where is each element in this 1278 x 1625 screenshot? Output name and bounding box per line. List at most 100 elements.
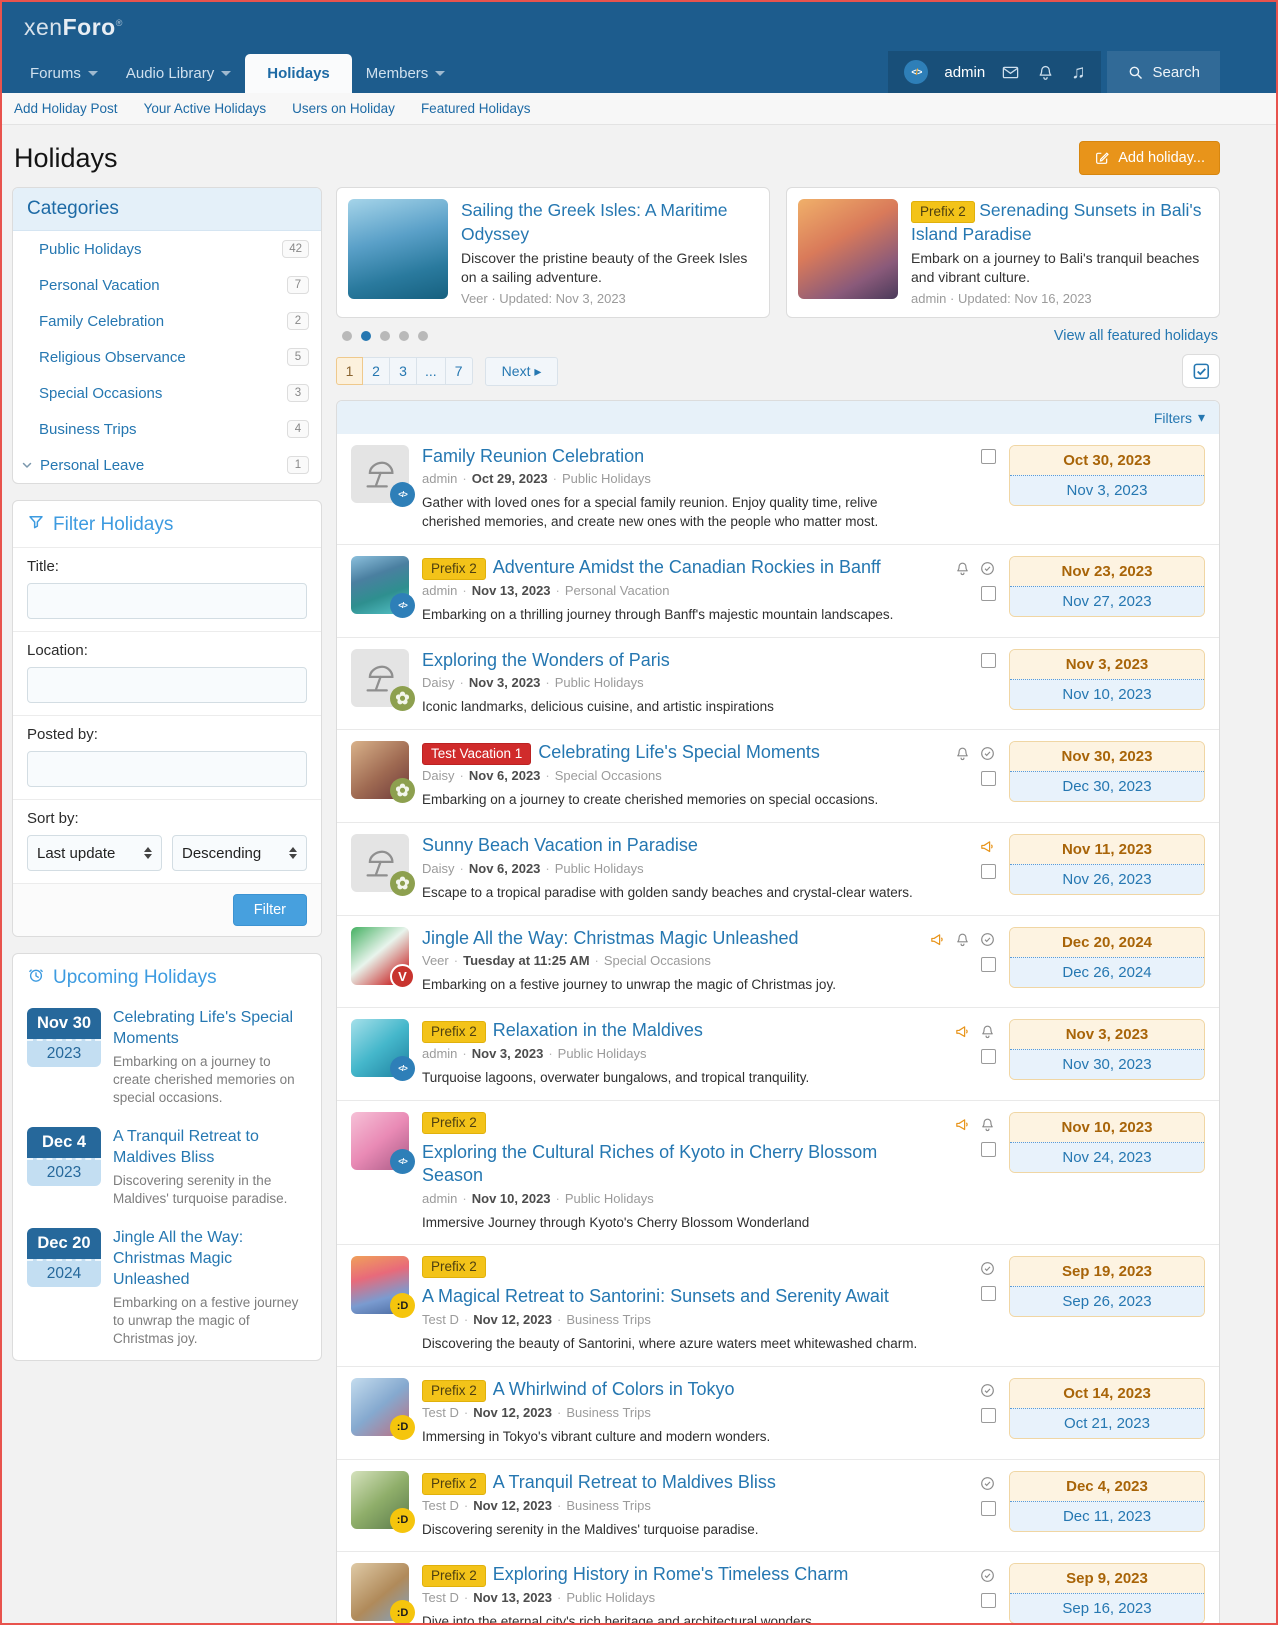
item-category[interactable]: Public Holidays [565, 1191, 654, 1206]
tab-holidays[interactable]: Holidays [245, 54, 352, 93]
item-checkbox[interactable] [981, 449, 996, 464]
title-filter-input[interactable] [27, 583, 307, 619]
item-author[interactable]: admin [422, 471, 457, 486]
holiday-title-link[interactable]: A Tranquil Retreat to Maldives Bliss [493, 1471, 776, 1494]
prefix-badge[interactable]: Prefix 2 [911, 201, 975, 223]
page-1[interactable]: 1 [336, 357, 363, 385]
tab-audio-library[interactable]: Audio Library [112, 54, 245, 93]
sidebar-item-family-celebration[interactable]: Family Celebration2 [13, 303, 321, 339]
sort-direction-select[interactable]: Descending [172, 835, 307, 871]
item-category[interactable]: Public Holidays [555, 861, 644, 876]
sort-field-select[interactable]: Last update [27, 835, 162, 871]
item-category[interactable]: Special Occasions [604, 953, 711, 968]
item-author[interactable]: admin [422, 1046, 457, 1061]
carousel-dot[interactable] [380, 331, 390, 341]
posted-by-filter-input[interactable] [27, 751, 307, 787]
carousel-dot[interactable] [342, 331, 352, 341]
featured-image[interactable] [348, 199, 448, 299]
sidebar-item-business-trips[interactable]: Business Trips4 [13, 411, 321, 447]
item-author[interactable]: Daisy [422, 675, 455, 690]
holiday-thumbnail[interactable] [351, 741, 409, 799]
prefix-badge[interactable]: Prefix 2 [422, 1256, 486, 1278]
subnav-users-on-holiday[interactable]: Users on Holiday [292, 101, 395, 116]
search-button[interactable]: Search [1107, 51, 1220, 93]
tab-members[interactable]: Members [352, 54, 460, 93]
holiday-title-link[interactable]: Exploring History in Rome's Timeless Cha… [493, 1563, 849, 1586]
page-7[interactable]: 7 [446, 357, 473, 385]
mail-icon[interactable] [1001, 63, 1020, 82]
holiday-title-link[interactable]: Celebrating Life's Special Moments [538, 741, 820, 764]
next-page-button[interactable]: Next ▸ [485, 357, 559, 386]
sidebar-item-personal-vacation[interactable]: Personal Vacation7 [13, 267, 321, 303]
item-author[interactable]: Test D [422, 1405, 459, 1420]
holiday-title-link[interactable]: Exploring the Cultural Riches of Kyoto i… [422, 1141, 931, 1188]
holiday-title-link[interactable]: Jingle All the Way: Christmas Magic Unle… [422, 927, 799, 950]
holiday-thumbnail[interactable] [351, 834, 409, 892]
select-all-button[interactable] [1182, 354, 1220, 388]
music-icon[interactable]: ♫ [1071, 63, 1085, 82]
holiday-title-link[interactable]: Sunny Beach Vacation in Paradise [422, 834, 698, 857]
holiday-title-link[interactable]: Adventure Amidst the Canadian Rockies in… [493, 556, 881, 579]
upcoming-title-link[interactable]: Celebrating Life's Special Moments [113, 1009, 293, 1047]
holiday-thumbnail[interactable] [351, 649, 409, 707]
chevron-down-icon[interactable] [21, 459, 33, 471]
username-link[interactable]: admin [944, 64, 985, 81]
item-checkbox[interactable] [981, 1593, 996, 1608]
holiday-thumbnail[interactable] [351, 445, 409, 503]
holiday-thumbnail[interactable] [351, 1256, 409, 1314]
filter-submit-button[interactable]: Filter [233, 894, 307, 926]
page-3[interactable]: 3 [390, 357, 417, 385]
item-checkbox[interactable] [981, 1408, 996, 1423]
prefix-badge[interactable]: Prefix 2 [422, 1021, 486, 1043]
sidebar-item-personal-leave[interactable]: Personal Leave1 [13, 447, 321, 483]
item-checkbox[interactable] [981, 1142, 996, 1157]
holiday-title-link[interactable]: Exploring the Wonders of Paris [422, 649, 670, 672]
item-category[interactable]: Personal Vacation [565, 583, 670, 598]
item-author[interactable]: Test D [422, 1498, 459, 1513]
item-category[interactable]: Public Holidays [566, 1590, 655, 1605]
holiday-title-link[interactable]: A Whirlwind of Colors in Tokyo [493, 1378, 735, 1401]
holiday-thumbnail[interactable] [351, 1019, 409, 1077]
item-checkbox[interactable] [981, 864, 996, 879]
carousel-dot[interactable] [418, 331, 428, 341]
item-checkbox[interactable] [981, 771, 996, 786]
add-holiday-button[interactable]: Add holiday... [1079, 141, 1220, 175]
item-category[interactable]: Special Occasions [555, 768, 662, 783]
location-filter-input[interactable] [27, 667, 307, 703]
item-category[interactable]: Public Holidays [558, 1046, 647, 1061]
featured-image[interactable] [798, 199, 898, 299]
prefix-badge[interactable]: Prefix 2 [422, 1565, 486, 1587]
item-category[interactable]: Business Trips [566, 1498, 651, 1513]
page-ellipsis[interactable]: ... [417, 357, 446, 385]
item-author[interactable]: Daisy [422, 861, 455, 876]
item-category[interactable]: Public Holidays [555, 675, 644, 690]
holiday-thumbnail[interactable] [351, 1112, 409, 1170]
upcoming-title-link[interactable]: Jingle All the Way: Christmas Magic Unle… [113, 1229, 243, 1288]
prefix-badge[interactable]: Prefix 2 [422, 558, 486, 580]
avatar[interactable]: </> [904, 60, 928, 84]
alerts-bell-icon[interactable] [1036, 63, 1055, 82]
carousel-dot[interactable] [399, 331, 409, 341]
page-2[interactable]: 2 [363, 357, 390, 385]
holiday-thumbnail[interactable] [351, 927, 409, 985]
item-checkbox[interactable] [981, 1049, 996, 1064]
item-author[interactable]: admin [422, 1191, 457, 1206]
upcoming-title-link[interactable]: A Tranquil Retreat to Maldives Bliss [113, 1128, 259, 1166]
subnav-your-active-holidays[interactable]: Your Active Holidays [144, 101, 267, 116]
item-checkbox[interactable] [981, 1286, 996, 1301]
view-all-featured-link[interactable]: View all featured holidays [1054, 328, 1218, 344]
holiday-thumbnail[interactable] [351, 1378, 409, 1436]
item-checkbox[interactable] [981, 1501, 996, 1516]
item-category[interactable]: Public Holidays [562, 471, 651, 486]
holiday-title-link[interactable]: Family Reunion Celebration [422, 445, 644, 468]
prefix-badge[interactable]: Prefix 2 [422, 1112, 486, 1134]
holiday-title-link[interactable]: A Magical Retreat to Santorini: Sunsets … [422, 1285, 889, 1308]
filters-menu-button[interactable]: Filters▾ [1154, 409, 1205, 426]
item-checkbox[interactable] [981, 957, 996, 972]
prefix-badge[interactable]: Prefix 2 [422, 1380, 486, 1402]
item-category[interactable]: Business Trips [566, 1312, 651, 1327]
item-author[interactable]: Veer [422, 953, 449, 968]
carousel-dot-active[interactable] [361, 331, 371, 341]
item-author[interactable]: admin [422, 583, 457, 598]
prefix-badge[interactable]: Prefix 2 [422, 1473, 486, 1495]
